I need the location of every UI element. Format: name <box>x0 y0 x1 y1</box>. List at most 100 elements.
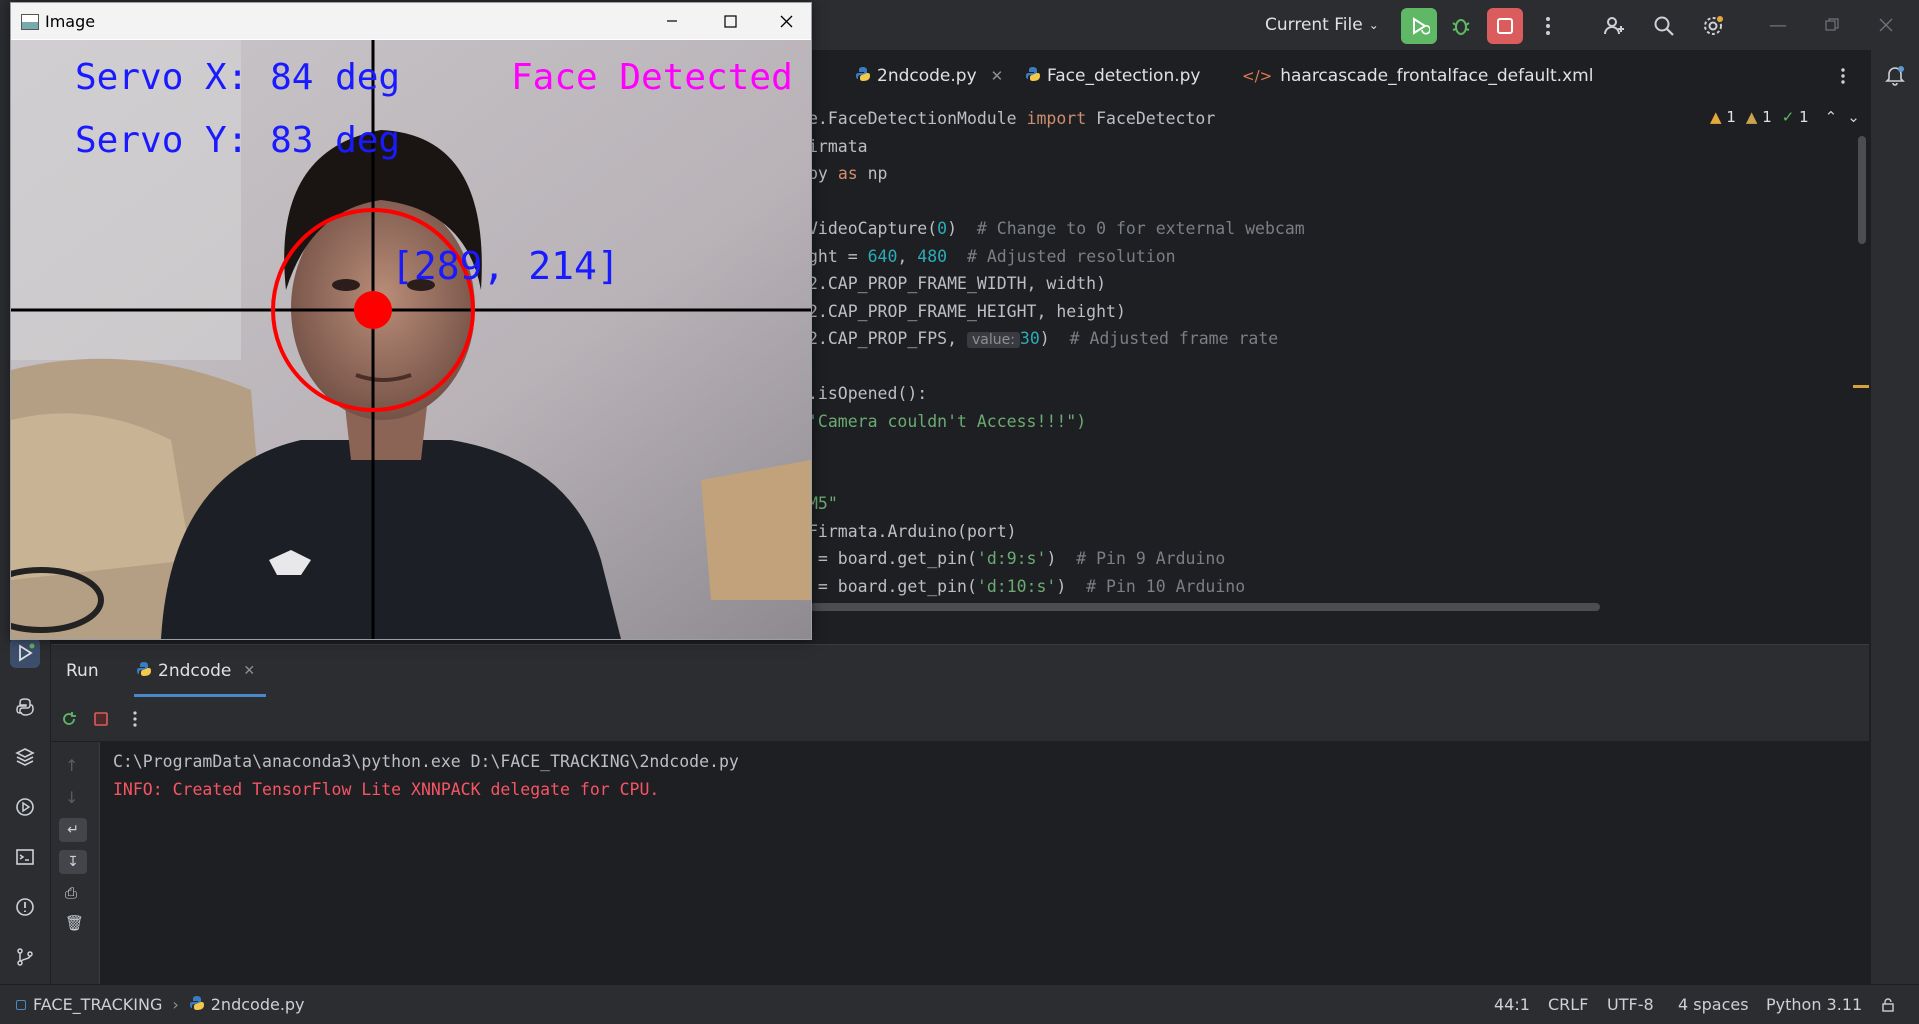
code-token: irmata <box>808 136 868 156</box>
run-tab-bar: Run 2ndcode ✕ <box>51 645 1869 697</box>
run-tab-2ndcode[interactable]: 2ndcode ✕ <box>136 645 255 697</box>
code-token: 30 <box>1019 329 1040 348</box>
notifications-button[interactable] <box>1880 60 1910 90</box>
code-editor[interactable]: e.FaceDetectionModule import FaceDetecto… <box>808 96 1868 614</box>
breadcrumb-file[interactable]: 2ndcode.py <box>211 995 305 1014</box>
code-line: py as np <box>808 164 888 190</box>
code-line: e.FaceDetectionModule import FaceDetecto… <box>808 109 1215 135</box>
inspection-widget[interactable]: ▲ 1 ▲ 1 ✓ 1 ⌃ ⌄ <box>1710 108 1860 126</box>
console-line: INFO: Created TensorFlow Lite XNNPACK de… <box>113 780 660 799</box>
tab-haarcascade[interactable]: </> haarcascade_frontalface_default.xml <box>1242 56 1593 96</box>
image-window-titlebar[interactable]: Image <box>11 3 811 39</box>
ide-restore-button[interactable] <box>1812 0 1852 50</box>
terminal-button[interactable] <box>10 842 40 872</box>
scroll-to-end-icon[interactable]: ↧ <box>59 850 87 874</box>
code-token: # Adjusted frame rate <box>1069 329 1279 348</box>
console-output[interactable]: C:\ProgramData\anaconda3\python.exe D:\F… <box>99 742 1869 985</box>
face-center-marker <box>354 291 392 329</box>
bell-icon <box>1885 66 1905 86</box>
breadcrumb-project[interactable]: FACE_TRACKING <box>33 995 162 1014</box>
code-token: 'd:10:s' <box>976 576 1057 596</box>
code-line: .isOpened(): <box>808 384 927 410</box>
code-token: ) <box>1046 549 1077 568</box>
next-highlight-icon[interactable]: ⌄ <box>1847 108 1860 126</box>
warning-stripe-marker[interactable] <box>1853 385 1869 388</box>
code-with-me-button[interactable] <box>1596 8 1632 44</box>
right-tool-window-bar <box>1870 50 1919 984</box>
python-console-button[interactable] <box>10 692 40 722</box>
search-button[interactable] <box>1646 8 1682 44</box>
code-token: 2.CAP_PROP_FPS, <box>808 329 967 348</box>
soft-wrap-icon[interactable]: ↵ <box>59 818 87 842</box>
servo-y-readout: Servo Y: 83 deg <box>75 120 401 161</box>
close-tab-icon[interactable]: ✕ <box>991 67 1004 85</box>
terminal-icon <box>16 849 34 865</box>
python-interpreter[interactable]: Python 3.11 <box>1766 985 1862 1024</box>
run-more-button[interactable] <box>123 707 147 731</box>
code-token: py <box>808 164 838 183</box>
more-actions-button[interactable] <box>1530 8 1566 44</box>
caret-position[interactable]: 44:1 <box>1494 985 1530 1024</box>
ide-close-button[interactable] <box>1866 0 1906 50</box>
problems-button[interactable] <box>10 892 40 922</box>
webcam-frame[interactable]: Servo X: 84 deg Servo Y: 83 deg Face Det… <box>11 40 811 639</box>
add-user-icon <box>1604 17 1624 35</box>
stop-button[interactable] <box>1487 8 1523 44</box>
scroll-up-icon[interactable]: ↑ <box>65 756 78 775</box>
image-window-title: Image <box>45 11 96 31</box>
image-minimize-button[interactable] <box>647 3 697 39</box>
more-icon <box>133 711 137 727</box>
warning-icon: ▲ <box>1710 108 1722 126</box>
editor-horizontal-scrollbar[interactable] <box>810 603 1600 611</box>
line-separator[interactable]: CRLF <box>1548 985 1588 1024</box>
indent-setting[interactable]: 4 spaces <box>1678 985 1749 1024</box>
services-button[interactable] <box>10 792 40 822</box>
code-token: ) <box>947 219 977 238</box>
settings-button[interactable] <box>1695 8 1731 44</box>
more-icon <box>1841 68 1845 84</box>
code-token: np <box>857 164 888 183</box>
tab-2ndcode[interactable]: 2ndcode.py ✕ <box>855 56 1003 96</box>
face-coordinates-label: [289, 214] <box>391 244 620 288</box>
scroll-down-icon[interactable]: ↓ <box>65 788 78 807</box>
editor-vertical-scrollbar[interactable] <box>1858 136 1866 244</box>
breadcrumb: FACE_TRACKING › 2ndcode.py <box>16 985 305 1024</box>
code-line: = board.get_pin('d:10:s') # Pin 10 Ardui… <box>808 577 1245 603</box>
python-packages-button[interactable] <box>10 742 40 772</box>
code-token: 2.CAP_PROP_FRAME_WIDTH, width) <box>808 274 1107 293</box>
rerun-button[interactable] <box>1401 8 1437 44</box>
lock-icon[interactable] <box>1880 985 1896 1024</box>
trash-icon[interactable]: 🗑 <box>65 914 84 932</box>
run-icon <box>1413 17 1430 35</box>
stop-process-button[interactable] <box>89 707 113 731</box>
previous-highlight-icon[interactable]: ⌃ <box>1825 108 1838 126</box>
debug-button[interactable] <box>1443 8 1479 44</box>
close-tab-icon[interactable]: ✕ <box>243 663 255 679</box>
editor-tab-bar: 2ndcode.py ✕ Face_detection.py </> haarc… <box>810 56 1870 96</box>
image-maximize-button[interactable] <box>705 3 755 39</box>
rerun-button[interactable] <box>57 707 81 731</box>
code-line: Firmata.Arduino(port) <box>808 522 1017 548</box>
code-token: FaceDetector <box>1086 109 1216 128</box>
minimize-icon: — <box>1769 14 1787 36</box>
image-close-button[interactable] <box>761 3 811 39</box>
restore-icon <box>1825 18 1839 31</box>
file-encoding[interactable]: UTF-8 <box>1607 985 1654 1024</box>
code-token: as <box>837 164 858 183</box>
run-tool-window-button[interactable] <box>10 638 40 668</box>
tab-options-button[interactable] <box>1840 56 1846 96</box>
code-token: VideoCapture( <box>808 219 938 238</box>
tab-face-detection[interactable]: Face_detection.py <box>1025 56 1200 96</box>
image-window[interactable]: Image Servo X: 84 deg Servo Y: 83 deg Fa… <box>10 2 812 640</box>
python-file-icon <box>189 995 205 1015</box>
ide-minimize-button[interactable]: — <box>1758 0 1798 50</box>
code-line: 2.CAP_PROP_FRAME_HEIGHT, height) <box>808 302 1126 328</box>
version-control-button[interactable] <box>10 942 40 972</box>
code-token: = board.get_pin( <box>808 549 977 568</box>
code-token: ght = <box>808 246 868 266</box>
print-icon[interactable]: ⎙ <box>65 884 77 902</box>
run-configuration-dropdown[interactable]: Current File ⌄ <box>1265 0 1379 50</box>
code-token: , <box>897 246 918 266</box>
problems-icon <box>16 898 34 916</box>
